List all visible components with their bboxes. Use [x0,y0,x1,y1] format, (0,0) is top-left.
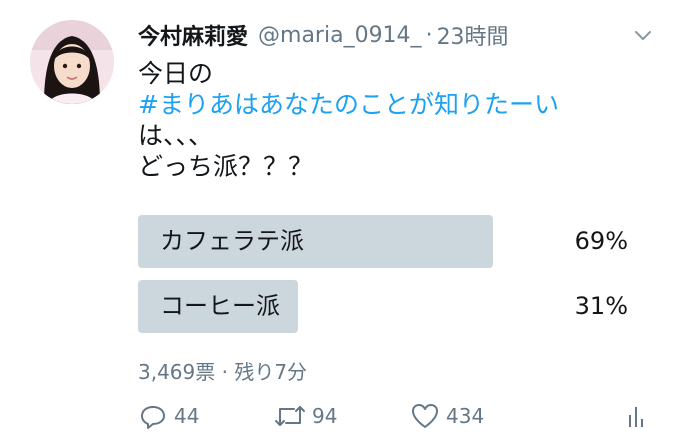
author-handle[interactable]: @maria_0914_ [258,23,422,48]
analytics-button[interactable] [626,398,646,434]
poll-option-label: コーヒー派 [160,292,280,320]
reply-icon [141,406,165,429]
poll-option-percent: 69% [574,227,628,255]
poll-option: カフェラテ派 69% [138,215,638,268]
timestamp[interactable]: 23時間 [437,19,509,51]
tweet-text-line: は、、、 [138,121,214,150]
hashtag-link[interactable]: #まりあはあなたのことが知りたーい [138,89,559,120]
separator-dot: · [425,22,433,48]
action-bar: 44 94 434 [138,398,658,434]
retweet-button[interactable]: 94 [274,398,337,434]
poll-option: コーヒー派 31% [138,280,638,333]
chevron-down-icon[interactable] [632,24,654,46]
poll-meta: 3,469票 · 残り7分 [138,360,308,384]
retweet-icon [275,406,305,426]
analytics-icon [629,407,643,427]
avatar-image [30,20,114,104]
author-name[interactable]: 今村麻莉愛 [138,19,248,51]
heart-icon [412,404,438,428]
retweet-count: 94 [312,404,338,428]
tweet-text-line: どっち派？？？ [138,152,314,181]
tweet-header: 今村麻莉愛 @maria_0914_ · 23時間 [138,19,509,51]
avatar[interactable] [30,20,114,104]
poll-option-label: カフェラテ派 [160,227,304,255]
like-count: 434 [446,404,485,428]
reply-button[interactable]: 44 [138,398,199,434]
tweet-text-line: 今日の [138,59,214,88]
like-button[interactable]: 434 [410,398,484,434]
reply-count: 44 [174,404,200,428]
poll: カフェラテ派 69% コーヒー派 31% [138,215,638,345]
tweet-text: 今日の #まりあはあなたのことが知りたーい は、、、 どっち派？？？ [138,58,559,182]
poll-option-percent: 31% [574,292,628,320]
